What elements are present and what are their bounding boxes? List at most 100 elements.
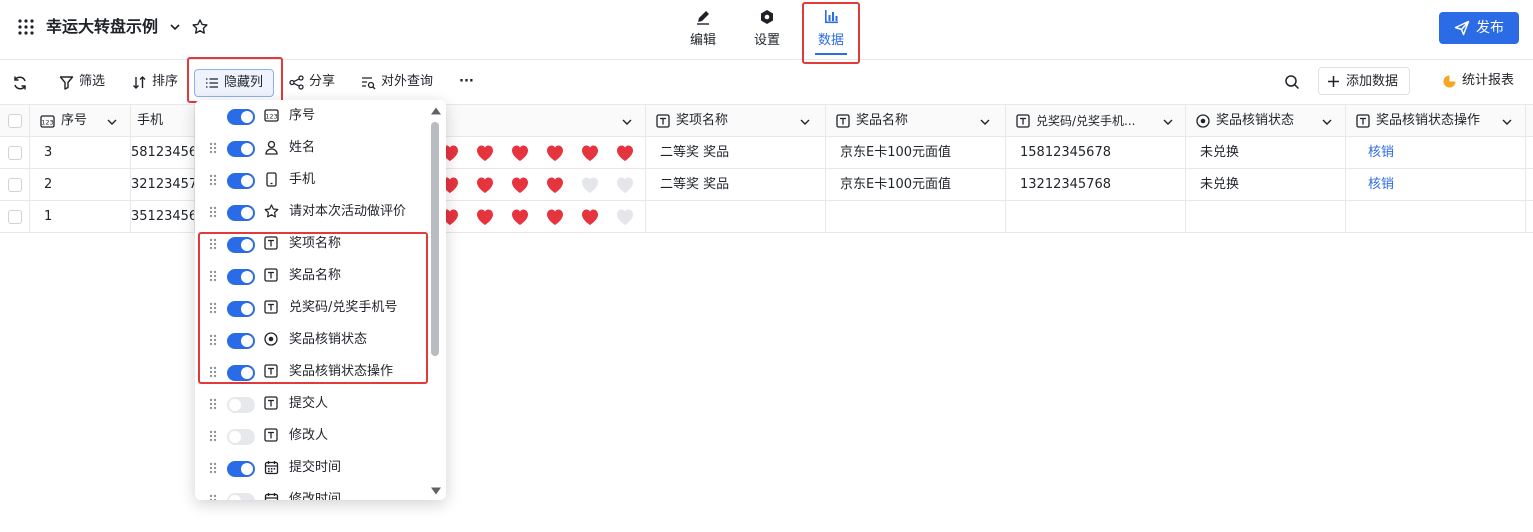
visibility-toggle[interactable] bbox=[227, 205, 255, 221]
header-seq-label: 序号 bbox=[61, 113, 88, 128]
header-rating[interactable] bbox=[446, 105, 646, 136]
cell-award: 二等奖 奖品 bbox=[646, 137, 826, 168]
column-toggle-row[interactable]: 修改时间 bbox=[195, 484, 431, 500]
add-data-button[interactable]: 添加数据 bbox=[1318, 67, 1410, 95]
column-toggle-row[interactable]: 提交人 bbox=[195, 388, 431, 420]
share-label: 分享 bbox=[309, 74, 336, 89]
cell-phone: 3512345678 bbox=[131, 201, 195, 232]
scroll-down-arrow-icon[interactable] bbox=[430, 486, 442, 496]
row-checkbox-cell bbox=[0, 137, 30, 168]
text-icon bbox=[1356, 114, 1370, 128]
favorite-star-icon[interactable] bbox=[191, 18, 209, 36]
verify-link[interactable]: 核销 bbox=[1368, 177, 1394, 192]
cell-prize: 京东E卡100元面值 bbox=[826, 169, 1006, 200]
app-title: 幸运大转盘示例 bbox=[46, 17, 159, 36]
chevron-down-icon[interactable] bbox=[1162, 117, 1174, 127]
refresh-icon[interactable] bbox=[12, 75, 28, 91]
header-code-label: 兑奖码/兑奖手机... bbox=[1036, 114, 1136, 128]
header-prize[interactable]: 奖品名称 bbox=[826, 105, 1006, 136]
header-award-label: 奖项名称 bbox=[676, 113, 729, 128]
column-toggle-row[interactable]: 姓名 bbox=[195, 132, 431, 164]
chevron-down-icon[interactable] bbox=[621, 117, 633, 127]
cell-text: 京东E卡100元面值 bbox=[840, 177, 952, 192]
cell-phone: 3212345768 bbox=[131, 169, 195, 200]
column-toggle-row[interactable]: 手机 bbox=[195, 164, 431, 196]
toggle-knob bbox=[229, 399, 241, 411]
heart-filled-icon bbox=[510, 208, 530, 226]
column-name-label: 修改时间 bbox=[289, 492, 342, 500]
visibility-toggle[interactable] bbox=[227, 493, 255, 500]
cell-action[interactable]: 核销 bbox=[1346, 137, 1526, 168]
header-phone-label: 手机 bbox=[137, 113, 164, 128]
visibility-toggle[interactable] bbox=[227, 141, 255, 157]
hexagon-settings-icon bbox=[759, 9, 775, 25]
drag-handle-icon[interactable] bbox=[209, 206, 217, 218]
header-code[interactable]: 兑奖码/兑奖手机... bbox=[1006, 105, 1186, 136]
heart-filled-icon bbox=[615, 144, 635, 162]
cell-action[interactable]: 核销 bbox=[1346, 169, 1526, 200]
heart-filled-icon bbox=[580, 208, 600, 226]
cell-award: 二等奖 奖品 bbox=[646, 169, 826, 200]
visibility-toggle[interactable] bbox=[227, 173, 255, 189]
row-checkbox[interactable] bbox=[8, 178, 22, 192]
row-checkbox-cell bbox=[0, 169, 30, 200]
chevron-down-icon[interactable] bbox=[1321, 117, 1333, 127]
drag-handle-icon[interactable] bbox=[209, 174, 217, 186]
column-toggle-row[interactable]: 提交时间 bbox=[195, 452, 431, 484]
text-icon bbox=[1016, 114, 1030, 128]
visibility-toggle[interactable] bbox=[227, 397, 255, 413]
chevron-down-icon[interactable] bbox=[168, 20, 182, 34]
header-checkbox-cell bbox=[0, 105, 30, 136]
column-toggle-row[interactable]: 请对本次活动做评价 bbox=[195, 196, 431, 228]
header-prize-label: 奖品名称 bbox=[856, 113, 909, 128]
row-checkbox[interactable] bbox=[8, 146, 22, 160]
scroll-up-arrow-icon[interactable] bbox=[430, 106, 442, 116]
cell-action bbox=[1346, 201, 1526, 232]
drag-handle-icon[interactable] bbox=[209, 462, 217, 474]
tab-edit[interactable]: 编辑 bbox=[675, 4, 731, 60]
chevron-down-icon[interactable] bbox=[106, 117, 118, 127]
column-toggle-row[interactable]: 123 序号 bbox=[195, 100, 431, 132]
verify-link[interactable]: 核销 bbox=[1368, 145, 1394, 160]
drag-handle-icon[interactable] bbox=[209, 142, 217, 154]
header-action[interactable]: 奖品核销状态操作 bbox=[1346, 105, 1526, 136]
heart-filled-icon bbox=[446, 144, 460, 162]
heart-filled-icon bbox=[510, 144, 530, 162]
header-seq[interactable]: 123 序号 bbox=[30, 105, 131, 136]
send-icon bbox=[1454, 20, 1470, 36]
cell-seq: 1 bbox=[30, 201, 131, 232]
pie-chart-icon bbox=[1442, 74, 1457, 89]
apps-grid-icon[interactable] bbox=[17, 18, 35, 36]
visibility-toggle[interactable] bbox=[227, 109, 255, 125]
panel-scrollbar[interactable] bbox=[431, 122, 439, 356]
tab-settings[interactable]: 设置 bbox=[739, 4, 795, 60]
search-list-icon bbox=[361, 75, 376, 90]
heart-filled-icon bbox=[545, 144, 565, 162]
text-icon bbox=[836, 114, 850, 128]
search-icon[interactable] bbox=[1284, 74, 1300, 90]
chevron-down-icon[interactable] bbox=[799, 117, 811, 127]
row-checkbox[interactable] bbox=[8, 210, 22, 224]
chevron-down-icon[interactable] bbox=[1501, 117, 1513, 127]
header-status[interactable]: 奖品核销状态 bbox=[1186, 105, 1346, 136]
header-award[interactable]: 奖项名称 bbox=[646, 105, 826, 136]
chevron-down-icon[interactable] bbox=[979, 117, 991, 127]
drag-handle-icon[interactable] bbox=[209, 398, 217, 410]
text-icon bbox=[264, 428, 278, 442]
visibility-toggle[interactable] bbox=[227, 461, 255, 477]
visibility-toggle[interactable] bbox=[227, 429, 255, 445]
header-phone[interactable]: 手机 bbox=[131, 105, 195, 136]
cell-prize: 京东E卡100元面值 bbox=[826, 137, 1006, 168]
drag-handle-icon[interactable] bbox=[209, 494, 217, 500]
heart-filled-icon bbox=[475, 176, 495, 194]
publish-button[interactable]: 发布 bbox=[1439, 12, 1519, 44]
cell-status bbox=[1186, 201, 1346, 232]
drag-handle-icon[interactable] bbox=[209, 430, 217, 442]
heart-filled-icon bbox=[580, 144, 600, 162]
plus-icon bbox=[1327, 75, 1340, 88]
sort-icon bbox=[132, 75, 147, 90]
column-toggle-row[interactable]: 修改人 bbox=[195, 420, 431, 452]
select-all-checkbox[interactable] bbox=[8, 114, 22, 128]
cell-text: 未兑换 bbox=[1200, 177, 1240, 192]
heart-filled-icon bbox=[446, 176, 460, 194]
